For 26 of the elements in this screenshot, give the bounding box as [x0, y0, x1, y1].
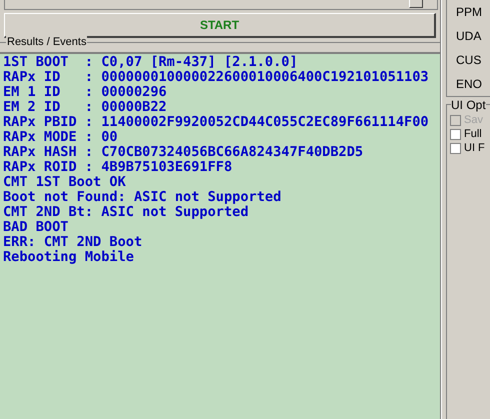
log-line: RAPx ID : 000000010000022600010006400C192101051103: [3, 70, 429, 85]
checkbox-label: Full: [464, 128, 482, 140]
log-line: RAPx PBID : 11400002F9920052CD44C055C2EC89F661114F00: [3, 115, 429, 130]
log-line: CMT 2ND Bt: ASIC not Supported: [3, 205, 249, 220]
group-title: Results / Events: [6, 36, 88, 48]
group-title: UI Opt: [451, 98, 486, 112]
log-line: ERR: CMT 2ND Boot: [3, 235, 142, 250]
checkbox-label: UI F: [464, 142, 485, 154]
log-line: EM 1 ID : 00000296: [3, 85, 167, 100]
log-line: CMT 1ST Boot OK: [3, 175, 126, 190]
log-line: RAPx MODE : 00: [3, 130, 118, 145]
side-label: CUS: [456, 52, 482, 69]
start-button[interactable]: START: [4, 13, 436, 38]
log-line: BAD BOOT: [3, 220, 68, 235]
side-label: PPM: [456, 4, 484, 21]
log-line: Rebooting Mobile: [3, 250, 134, 265]
log-line: EM 2 ID : 00000B22: [3, 100, 167, 115]
side-label: UDA: [456, 28, 482, 45]
log-line: 1ST BOOT : C0,07 [Rm-437] [2.1.0.0]: [3, 55, 298, 70]
log-line: Boot not Found: ASIC not Supported: [3, 190, 282, 205]
checkbox[interactable]: [450, 142, 461, 154]
dropdown-arrow-icon[interactable]: [409, 0, 423, 8]
log-line: RAPx HASH : C70CB07324056BC66A824347F40DB2D5: [3, 145, 364, 160]
log-line: RAPx ROID : 4B9B75103E691FF8: [3, 160, 232, 175]
checkbox[interactable]: [450, 128, 461, 140]
side-label: ENO: [456, 76, 484, 93]
